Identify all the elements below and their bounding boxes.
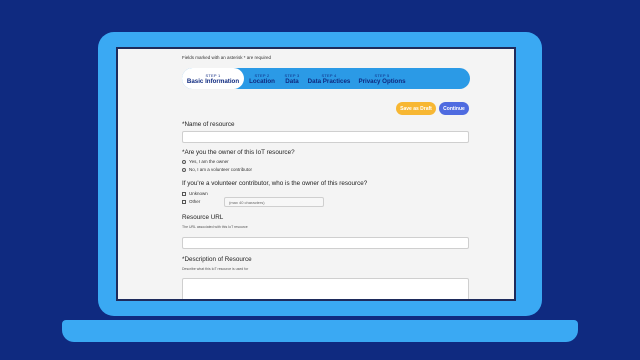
required-note: Fields marked with an asterisk * are req… bbox=[182, 55, 272, 60]
resource-url-input[interactable] bbox=[182, 237, 469, 249]
owner-no-option[interactable]: No, I am a volunteer contributor bbox=[182, 167, 252, 172]
description-help: Describe what this IoT resource is used … bbox=[182, 267, 249, 271]
description-textarea[interactable] bbox=[182, 278, 469, 299]
checkbox[interactable] bbox=[182, 191, 186, 196]
option-label: Other bbox=[189, 199, 201, 204]
laptop-base bbox=[62, 320, 578, 342]
resource-url-label: Resource URL bbox=[182, 214, 224, 221]
other-owner-input[interactable]: (max 40 characters) bbox=[224, 197, 324, 207]
checkbox[interactable] bbox=[182, 199, 186, 204]
step-data-practices[interactable]: STEP 4 Data Practices bbox=[304, 68, 354, 89]
continue-button[interactable]: Continue bbox=[439, 102, 469, 115]
step-privacy-options[interactable]: STEP 5 Privacy Options bbox=[354, 68, 410, 89]
radio-button[interactable] bbox=[182, 159, 186, 164]
option-label: No, I am a volunteer contributor bbox=[189, 167, 253, 172]
step-data[interactable]: STEP 3 Data bbox=[280, 68, 304, 89]
step-progress-bar: STEP 1 Basic Information STEP 2 Location… bbox=[182, 68, 470, 89]
option-label: Yes, I am the owner bbox=[189, 159, 229, 164]
owner-yes-option[interactable]: Yes, I am the owner bbox=[182, 159, 229, 164]
description-label: *Description of Resource bbox=[182, 256, 252, 263]
step-title: Location bbox=[249, 77, 275, 85]
name-of-resource-label: *Name of resource bbox=[182, 121, 235, 128]
save-as-draft-button[interactable]: Save as Draft bbox=[396, 102, 436, 115]
name-of-resource-input[interactable] bbox=[182, 131, 469, 143]
volunteer-question-label: If you're a volunteer contributor, who i… bbox=[182, 180, 368, 187]
unknown-option[interactable]: Unknown bbox=[182, 191, 208, 196]
radio-button[interactable] bbox=[182, 167, 186, 172]
option-label: Unknown bbox=[189, 191, 208, 196]
other-option[interactable]: Other bbox=[182, 199, 200, 204]
step-title: Basic Information bbox=[186, 77, 240, 85]
step-location[interactable]: STEP 2 Location bbox=[244, 68, 280, 89]
laptop-screen: Fields marked with an asterisk * are req… bbox=[116, 47, 516, 301]
step-basic-information[interactable]: STEP 1 Basic Information bbox=[182, 68, 244, 89]
step-title: Data Practices bbox=[307, 77, 351, 85]
step-title: Privacy Options bbox=[358, 77, 406, 85]
resource-url-help: The URL associated with this IoT resourc… bbox=[182, 225, 248, 229]
step-title: Data bbox=[285, 77, 299, 85]
owner-question-label: *Are you the owner of this IoT resource? bbox=[182, 149, 295, 156]
